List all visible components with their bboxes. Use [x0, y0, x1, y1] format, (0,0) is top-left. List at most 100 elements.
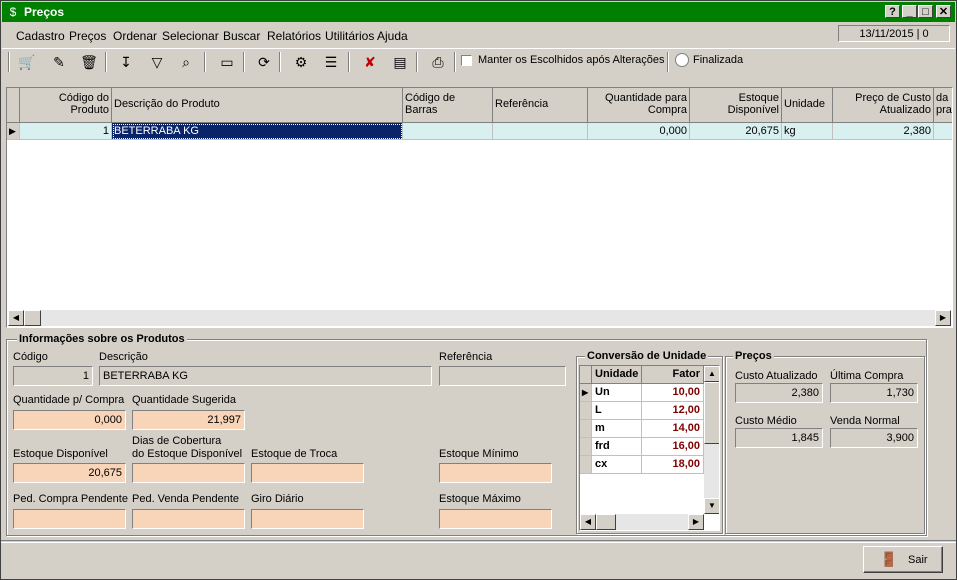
col-header-barras[interactable]: Código de Barras	[403, 88, 493, 123]
list-arrow-icon[interactable]: ☰	[320, 52, 342, 72]
finalizada-radio[interactable]	[675, 53, 689, 67]
help-button[interactable]: ?	[885, 5, 900, 18]
sort-az-icon[interactable]: ↧	[115, 52, 137, 72]
conv-cell-fator[interactable]: 14,00	[642, 420, 704, 438]
qtd-compra-field[interactable]: 0,000	[13, 410, 126, 430]
cart-icon[interactable]: 🛒	[16, 52, 38, 72]
codigo-field[interactable]: 1	[13, 366, 93, 386]
custo-atual-field[interactable]: 2,380	[735, 383, 823, 403]
conv-cell-fator[interactable]: 18,00	[642, 456, 704, 474]
ped-venda-label: Ped. Venda Pendente	[132, 493, 240, 505]
conv-header-unidade[interactable]: Unidade	[592, 366, 642, 384]
custo-medio-field[interactable]: 1,845	[735, 428, 823, 448]
cell-descricao[interactable]: BETERRABA KG	[112, 123, 403, 140]
col-header-descricao[interactable]: Descrição do Produto	[112, 88, 403, 123]
conversao-grid[interactable]: Unidade Fator ▶ Un 10,00 L 12,00 m 14,00…	[579, 365, 720, 531]
gear-icon[interactable]: ⚙	[290, 52, 312, 72]
menu-relatorios[interactable]: Relatórios	[267, 29, 321, 43]
estoque-disp-label: Estoque Disponível	[13, 448, 108, 460]
qtd-sugerida-field[interactable]: 21,997	[132, 410, 245, 430]
descricao-field[interactable]: BETERRABA KG	[99, 366, 432, 386]
binoculars-icon[interactable]: ⌕	[175, 52, 197, 72]
estoque-max-field[interactable]	[439, 509, 552, 529]
window-icon[interactable]: ▭	[216, 52, 238, 72]
ped-compra-field[interactable]	[13, 509, 126, 529]
cell-qtd-compra[interactable]: 0,000	[588, 123, 690, 140]
col-header-estoque[interactable]: Estoque Disponível	[690, 88, 782, 123]
uncheck-icon[interactable]: ✘	[359, 52, 381, 72]
col-header-referencia[interactable]: Referência	[493, 88, 588, 123]
toolbar-separator	[243, 52, 245, 72]
menu-ajuda[interactable]: Ajuda	[377, 29, 408, 43]
edit-icon[interactable]: ✎	[48, 52, 70, 72]
giro-field[interactable]	[251, 509, 364, 529]
close-button[interactable]: ✕	[936, 5, 951, 18]
document-icon[interactable]: ▤	[389, 52, 411, 72]
conv-cell-fator[interactable]: 12,00	[642, 402, 704, 420]
scroll-thumb[interactable]	[24, 310, 41, 326]
estoque-min-field[interactable]	[439, 463, 552, 483]
grid-horizontal-scrollbar[interactable]: ◀ ▶	[8, 310, 951, 326]
descricao-label: Descrição	[99, 351, 148, 363]
custo-atual-label: Custo Atualizado	[735, 370, 818, 382]
toolbar-separator	[416, 52, 418, 72]
keep-selected-checkbox[interactable]	[461, 55, 472, 66]
scroll-down-icon[interactable]: ▼	[704, 498, 719, 514]
scroll-up-icon[interactable]: ▲	[704, 366, 719, 382]
ultima-compra-field[interactable]: 1,730	[830, 383, 918, 403]
estoque-max-label: Estoque Máximo	[439, 493, 521, 505]
conv-cell-fator[interactable]: 10,00	[642, 384, 704, 402]
col-header-preco-custo[interactable]: Preço de Custo Atualizado	[833, 88, 934, 123]
keep-selected-label: Manter os Escolhidos após Alterações	[478, 54, 665, 66]
conv-cell-unidade[interactable]: L	[592, 402, 642, 420]
menu-precos[interactable]: Preços	[69, 29, 106, 43]
referencia-field[interactable]	[439, 366, 566, 386]
estoque-troca-field[interactable]	[251, 463, 364, 483]
maximize-button[interactable]: □	[918, 5, 933, 18]
print-icon[interactable]: ⎙	[427, 52, 449, 72]
cell-codigo[interactable]: 1	[20, 123, 112, 140]
minimize-button[interactable]: _	[902, 5, 917, 18]
conv-horizontal-scrollbar[interactable]: ◀ ▶	[580, 514, 704, 530]
conv-scroll-thumb[interactable]	[704, 382, 719, 444]
conv-header-fator[interactable]: Fator	[642, 366, 704, 384]
products-grid[interactable]: Código do Produto Descrição do Produto C…	[6, 87, 953, 328]
conv-indicator-header	[580, 366, 592, 384]
cell-referencia[interactable]	[493, 123, 588, 140]
col-header-qtd-compra[interactable]: Quantidade para Compra	[588, 88, 690, 123]
refresh-icon[interactable]: ⟳	[253, 52, 275, 72]
menu-selecionar[interactable]: Selecionar	[162, 29, 219, 43]
col-header-unidade[interactable]: Unidade	[782, 88, 833, 123]
conv-cell-unidade[interactable]: m	[592, 420, 642, 438]
conv-cell-unidade[interactable]: frd	[592, 438, 642, 456]
conv-vertical-scrollbar[interactable]: ▲ ▼	[704, 366, 719, 514]
menu-cadastro[interactable]: Cadastro	[16, 29, 65, 43]
scroll-left-icon[interactable]: ◀	[8, 310, 24, 326]
sair-button[interactable]: 🚪 Sair	[863, 546, 943, 573]
estoque-disp-field[interactable]: 20,675	[13, 463, 126, 483]
filter-icon[interactable]: ▽	[146, 52, 168, 72]
col-header-more[interactable]: da pra	[934, 88, 952, 123]
venda-normal-label: Venda Normal	[830, 415, 900, 427]
referencia-label: Referência	[439, 351, 493, 363]
cell-unidade[interactable]: kg	[782, 123, 833, 140]
dias-cobertura-field[interactable]	[132, 463, 245, 483]
trash-icon[interactable]: 🗑	[78, 52, 100, 72]
cell-estoque[interactable]: 20,675	[690, 123, 782, 140]
ped-venda-field[interactable]	[132, 509, 245, 529]
menu-utilitarios[interactable]: Utilitários	[325, 29, 374, 43]
cell-more[interactable]	[934, 123, 952, 140]
conv-cell-fator[interactable]: 16,00	[642, 438, 704, 456]
scroll-right-icon[interactable]: ▶	[935, 310, 951, 326]
venda-normal-field[interactable]: 3,900	[830, 428, 918, 448]
conv-hscroll-thumb[interactable]	[596, 514, 616, 530]
conv-cell-unidade[interactable]: cx	[592, 456, 642, 474]
conv-cell-unidade[interactable]: Un	[592, 384, 642, 402]
menu-buscar[interactable]: Buscar	[223, 29, 260, 43]
cell-preco-custo[interactable]: 2,380	[833, 123, 934, 140]
cell-barras[interactable]	[403, 123, 493, 140]
col-header-codigo[interactable]: Código do Produto	[20, 88, 112, 123]
scroll-right-icon[interactable]: ▶	[688, 514, 704, 530]
scroll-left-icon[interactable]: ◀	[580, 514, 596, 530]
menu-ordenar[interactable]: Ordenar	[113, 29, 157, 43]
